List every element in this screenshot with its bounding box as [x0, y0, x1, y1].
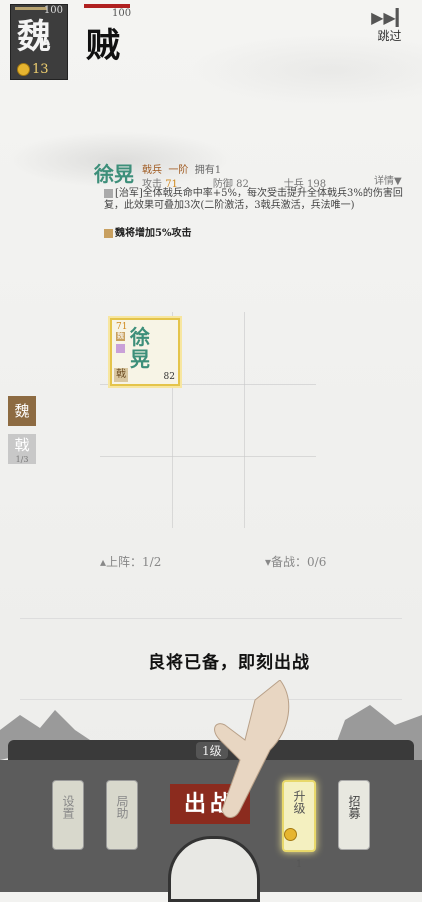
detail-button[interactable]: 详情▼ — [374, 172, 402, 187]
faction-bonus: 魏将增加5%攻击 — [104, 224, 191, 239]
reserve-count: ▾备战：0/6 — [265, 555, 327, 569]
hero-name: 徐晃 — [94, 162, 134, 186]
fast-forward-icon: ▶▶▎ — [371, 8, 408, 27]
faction-badge-icon — [104, 229, 113, 238]
hero-meta: 戟兵 一阶 拥有1 — [142, 161, 221, 176]
bonus-text: 魏将增加5%攻击 — [115, 228, 192, 239]
unit-type: 戟 — [114, 368, 128, 382]
grid-line — [100, 456, 316, 457]
unit-attack: 71 — [116, 322, 128, 332]
unit-faction-badge: 魏 — [116, 332, 125, 341]
assist-label: 局助 — [115, 795, 129, 819]
player-faction-name: 魏 — [17, 17, 51, 57]
skill-icon — [104, 189, 113, 198]
player-hp-bar — [15, 7, 47, 10]
faction-tab-wei[interactable]: 魏 — [8, 396, 36, 426]
unit-name: 徐晃 — [130, 325, 150, 371]
hero-skill-desc: [治军]全体戟兵命中率+5%，每次受击提升全体戟兵3%的伤害回复，此效果可叠加3… — [104, 188, 404, 212]
deploy-count: ▴上阵：1/2 — [100, 555, 162, 569]
grid-line — [244, 312, 245, 528]
unit-defense: 82 — [163, 372, 175, 382]
settings-label: 设置 — [61, 795, 75, 819]
coin-icon — [17, 63, 30, 76]
unit-rank-icon — [116, 344, 125, 353]
coin-count: 13 — [32, 62, 49, 77]
assist-button[interactable]: 局助 — [106, 780, 138, 850]
hero-unit-card[interactable]: 71 魏 徐晃 戟 82 — [110, 318, 180, 386]
tab-ji-label: 戟 — [14, 436, 30, 454]
player-faction-card: 100 魏 13 — [10, 4, 68, 80]
recruit-button[interactable]: 招募 — [338, 780, 370, 850]
skill-text: [治军]全体戟兵命中率+5%，每次受击提升全体戟兵3%的伤害回复，此效果可叠加3… — [104, 188, 403, 211]
skip-button[interactable]: ▶▶▎ 跳过 — [371, 8, 408, 44]
faction-tab-ji[interactable]: 戟 1/3 — [8, 434, 36, 464]
player-hp: 100 — [43, 5, 63, 16]
detail-label: 详情 — [374, 176, 394, 187]
pointing-hand-icon — [214, 680, 290, 818]
skip-label: 跳过 — [377, 29, 402, 43]
settings-button[interactable]: 设置 — [52, 780, 84, 850]
tutorial-tip: 良将已备，即刻出战 — [148, 653, 310, 673]
recruit-label: 招募 — [347, 795, 361, 819]
tab-ji-count: 1/3 — [15, 455, 29, 464]
player-coins: 13 — [17, 62, 49, 77]
enemy-faction-name: 贼 — [86, 26, 120, 66]
